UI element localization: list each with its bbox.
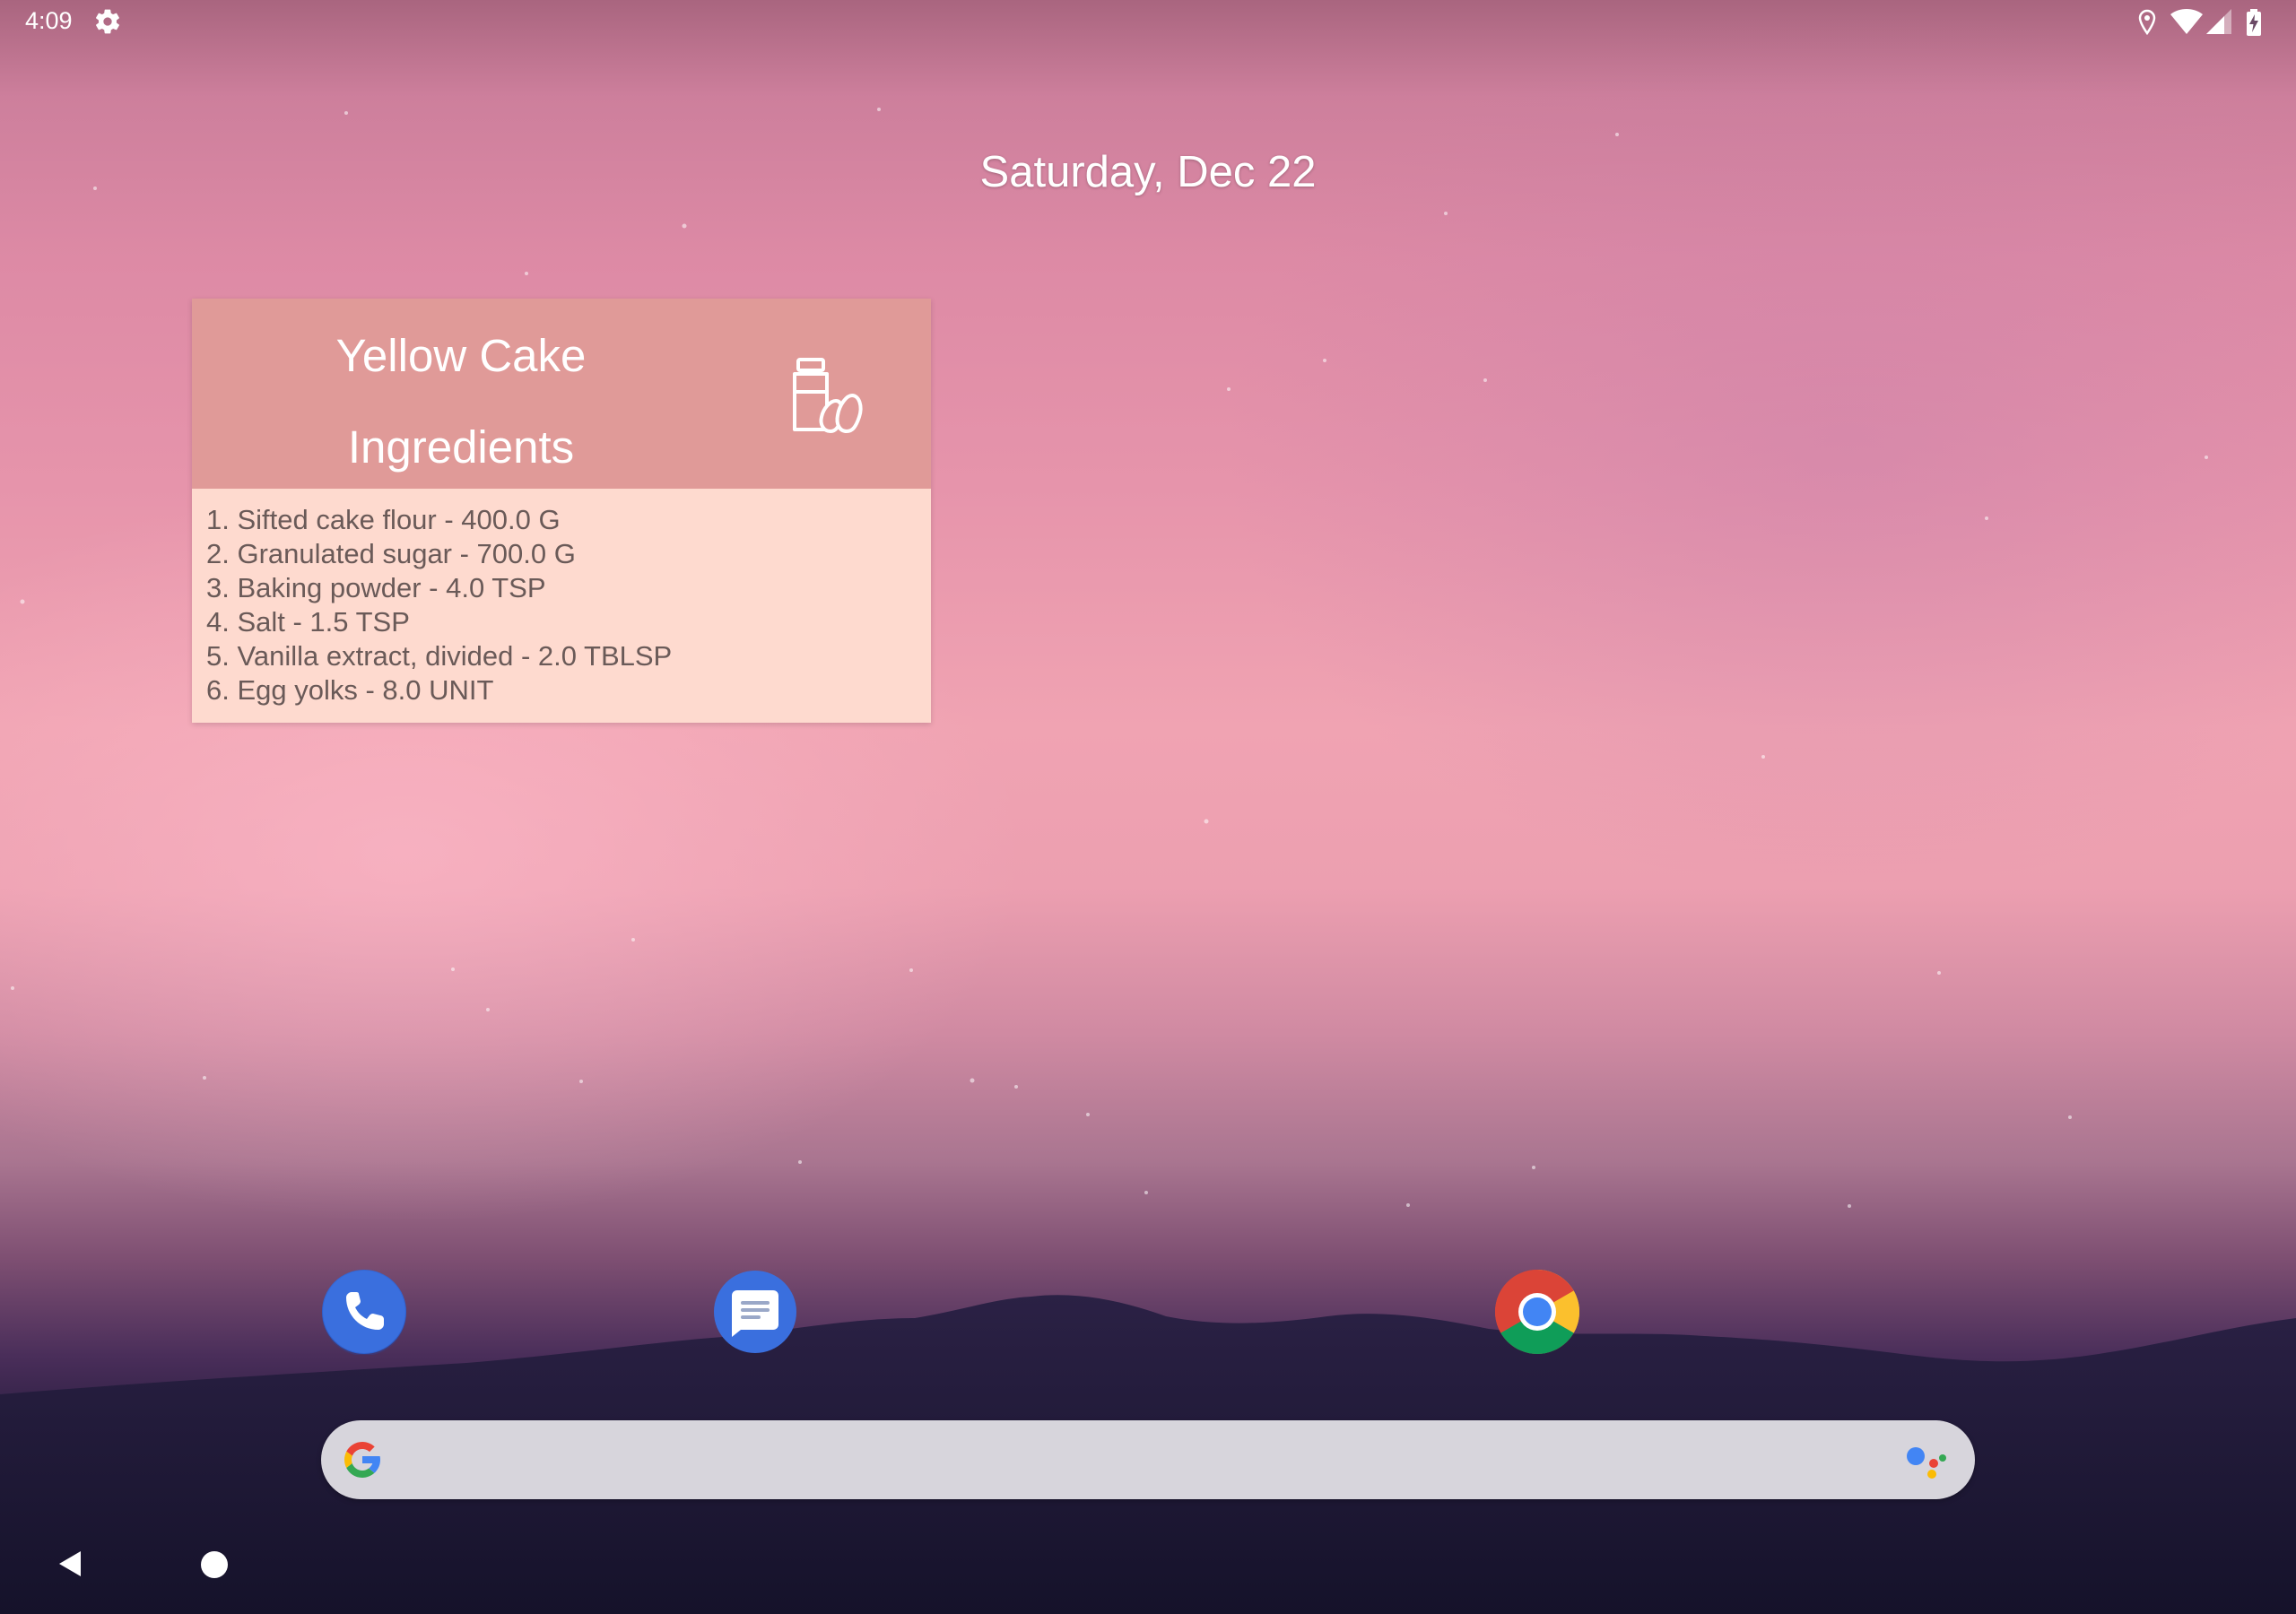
home-screen: 4:09 Saturday, Dec 22 Yellow Cake Ingred… xyxy=(0,0,2296,1614)
chrome-app-icon[interactable] xyxy=(1494,1269,1580,1355)
widget-title: Yellow Cake xyxy=(335,330,587,381)
date-text[interactable]: Saturday, Dec 22 xyxy=(0,147,2296,197)
ingredient-item: 3. Baking powder - 4.0 TSP xyxy=(206,572,546,603)
google-assistant-icon[interactable] xyxy=(1905,1440,1948,1480)
ingredient-list: 1. Sifted cake flour - 400.0 G 2. Granul… xyxy=(206,503,672,707)
ingredient-item: 2. Granulated sugar - 700.0 G xyxy=(206,538,576,569)
back-button[interactable] xyxy=(54,1548,86,1580)
phone-app-icon[interactable] xyxy=(321,1269,407,1356)
messages-icon xyxy=(714,1271,796,1353)
widget-header[interactable]: Yellow Cake Ingredients xyxy=(192,299,931,489)
messages-app-icon[interactable] xyxy=(712,1269,798,1355)
ingredient-item: 6. Egg yolks - 8.0 UNIT xyxy=(206,674,494,706)
status-bar: 4:09 xyxy=(0,0,2296,43)
wallpaper-stars xyxy=(11,108,2208,1208)
chrome-icon xyxy=(1495,1270,1579,1354)
google-g-icon[interactable] xyxy=(341,1438,384,1481)
battery-charging-icon xyxy=(2247,9,2261,36)
phone-icon xyxy=(322,1270,406,1356)
gear-icon xyxy=(96,9,119,34)
ingredient-item: 5. Vanilla extract, divided - 2.0 TBLSP xyxy=(206,640,673,672)
status-icons xyxy=(2136,9,2280,36)
widget-subtitle: Ingredients xyxy=(347,421,575,473)
status-time: 4:09 xyxy=(25,7,73,34)
recipe-ingredients-widget[interactable]: Yellow Cake Ingredients 1. Sifted cake f… xyxy=(192,299,931,723)
location-icon xyxy=(2138,9,2156,36)
widget-body[interactable]: 1. Sifted cake flour - 400.0 G 2. Granul… xyxy=(192,489,931,723)
wifi-icon xyxy=(2170,9,2203,34)
home-button[interactable] xyxy=(201,1551,228,1578)
ingredients-icon xyxy=(793,358,863,433)
ingredient-item: 1. Sifted cake flour - 400.0 G xyxy=(206,504,561,535)
google-search-bar[interactable] xyxy=(321,1420,1975,1499)
cell-signal-icon xyxy=(2206,9,2231,34)
wallpaper-mountains xyxy=(0,1295,2296,1614)
ingredient-item: 4. Salt - 1.5 TSP xyxy=(206,606,410,638)
